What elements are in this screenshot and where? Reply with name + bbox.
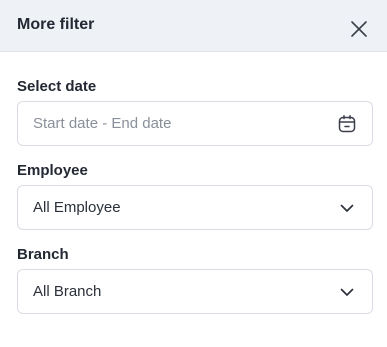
branch-select-value: All Branch bbox=[33, 283, 102, 300]
employee-label: Employee bbox=[17, 162, 88, 179]
employee-select-value: All Employee bbox=[33, 199, 121, 216]
close-button[interactable] bbox=[349, 19, 369, 39]
close-icon bbox=[351, 21, 367, 37]
calendar-icon[interactable] bbox=[337, 114, 357, 134]
branch-select[interactable]: All Branch bbox=[17, 269, 373, 314]
chevron-down-icon bbox=[337, 198, 357, 218]
date-label: Select date bbox=[17, 78, 97, 95]
more-filter-panel: More filter Select date Start date - End… bbox=[0, 0, 387, 347]
panel-title: More filter bbox=[17, 16, 95, 33]
date-range-placeholder: Start date - End date bbox=[33, 115, 172, 132]
chevron-down-icon bbox=[337, 282, 357, 302]
employee-select[interactable]: All Employee bbox=[17, 185, 373, 230]
branch-label: Branch bbox=[17, 246, 69, 263]
panel-header: More filter bbox=[0, 0, 387, 52]
date-range-field[interactable]: Start date - End date bbox=[17, 101, 373, 146]
